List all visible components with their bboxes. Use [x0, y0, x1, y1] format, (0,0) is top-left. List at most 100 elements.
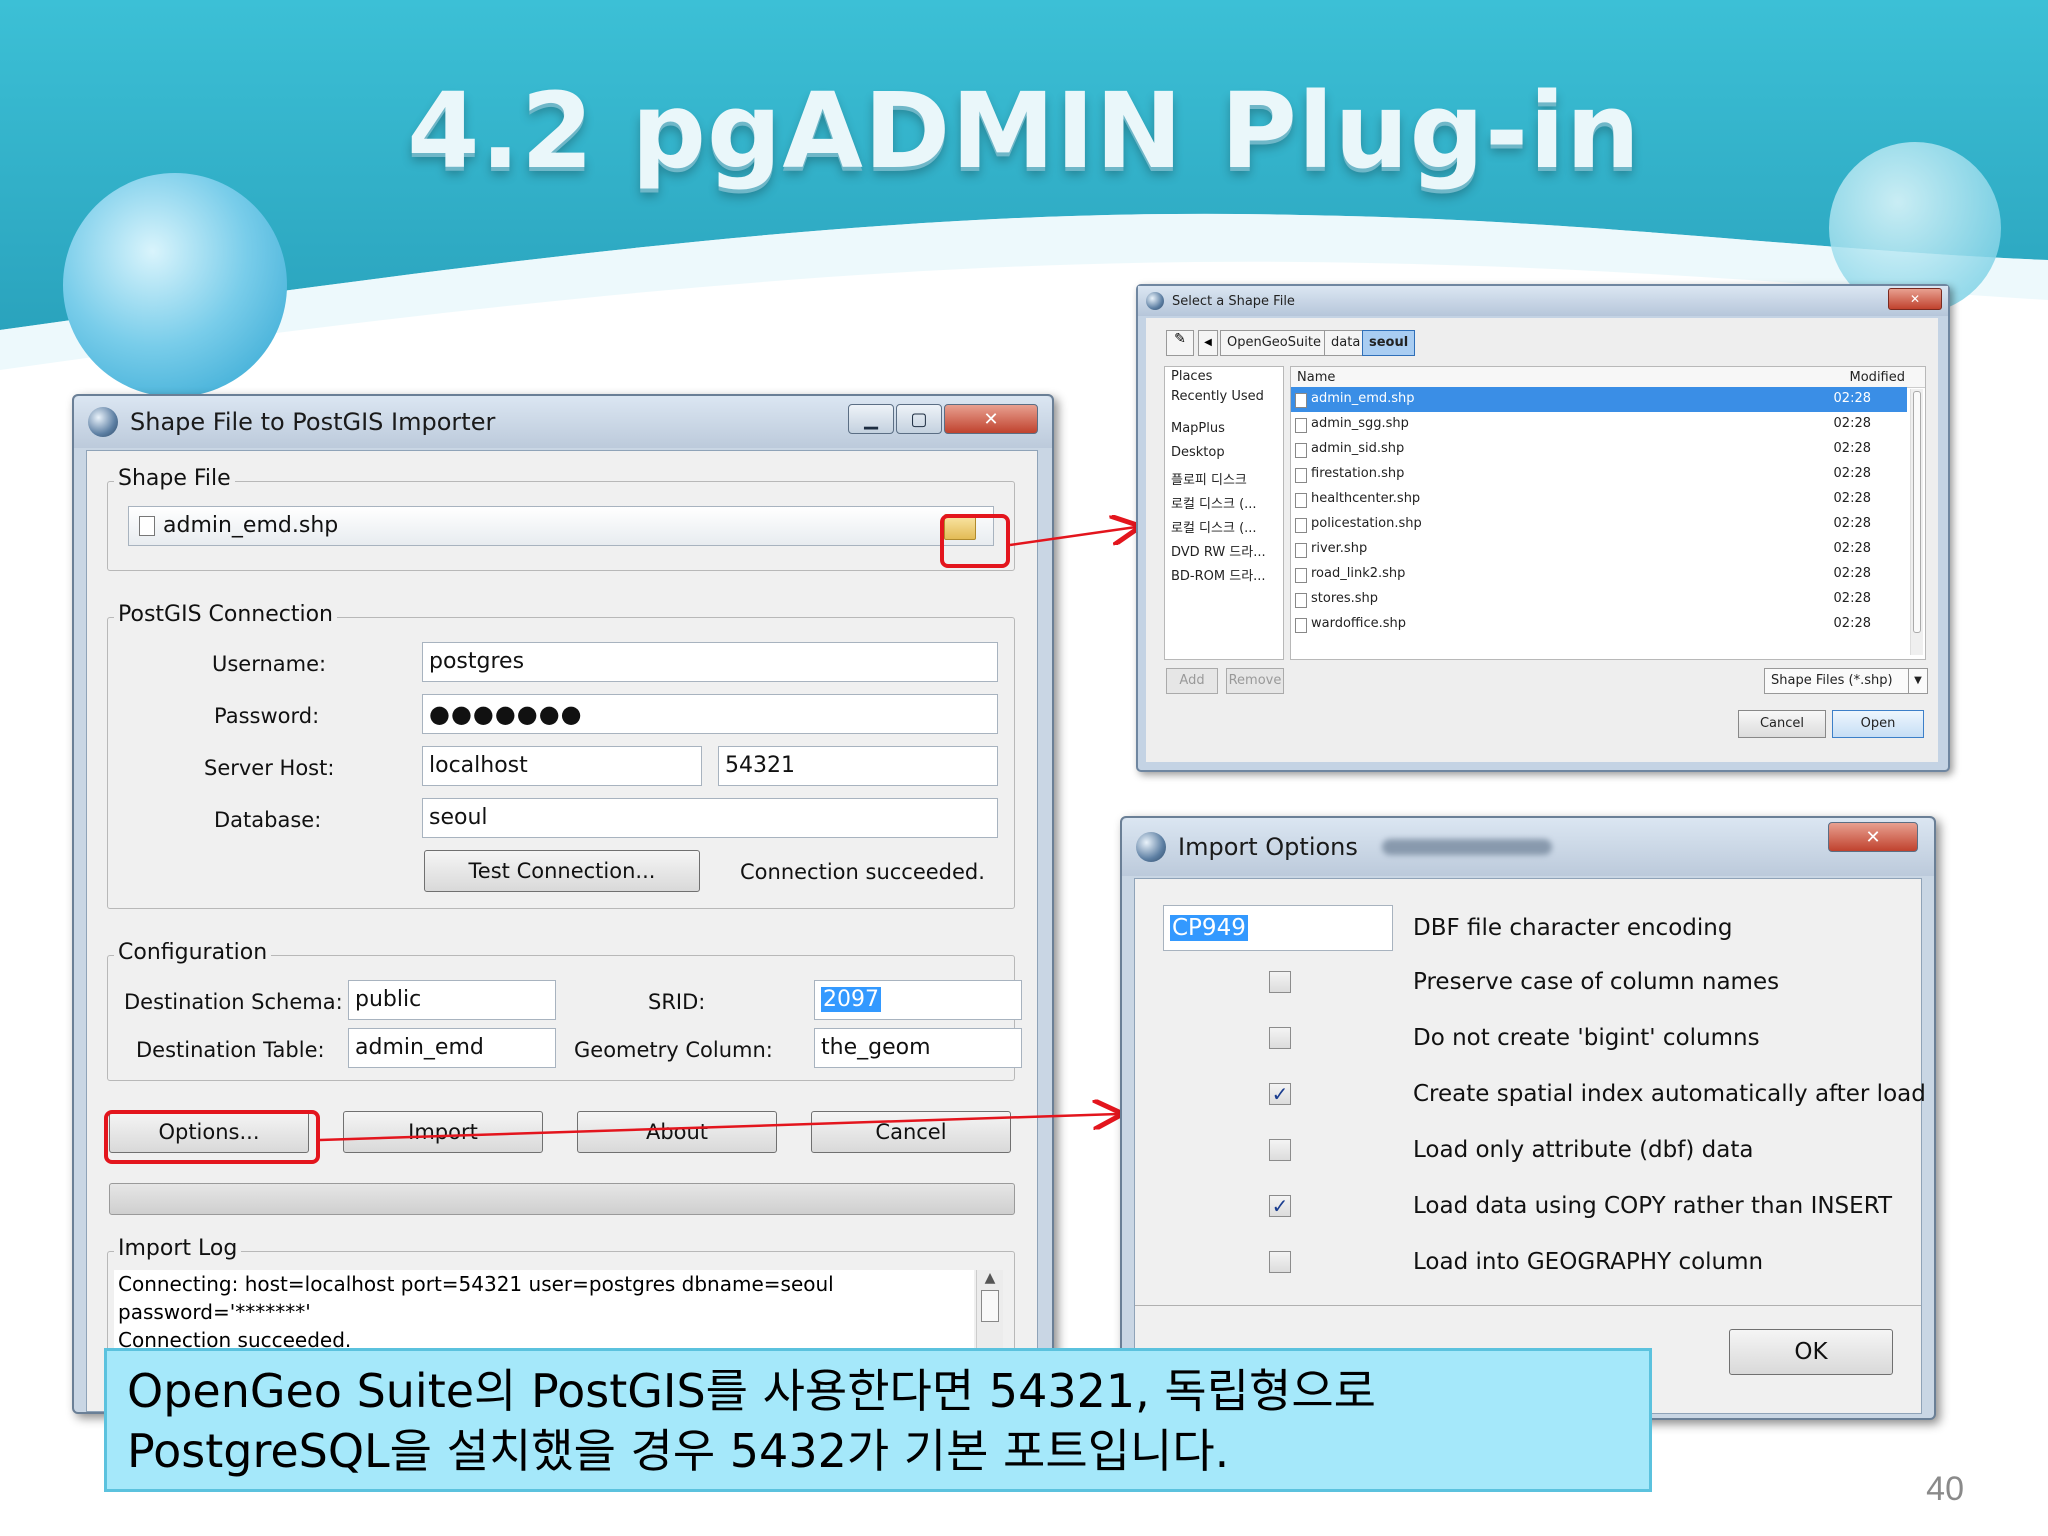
file-modified: 02:28 — [1833, 391, 1871, 406]
ok-button[interactable]: OK — [1729, 1329, 1893, 1375]
option-label: Preserve case of column names — [1413, 969, 1780, 995]
file-name: road_link2.shp — [1311, 566, 1406, 581]
option-checkbox-checked[interactable]: ✓ — [1269, 1195, 1291, 1217]
place-item[interactable]: Recently Used — [1171, 389, 1264, 404]
file-icon — [1295, 443, 1307, 458]
file-icon — [1295, 393, 1307, 408]
encoding-label: DBF file character encoding — [1413, 915, 1733, 941]
chevron-down-icon: ▼ — [1908, 669, 1927, 693]
file-dialog-close-button[interactable]: ✕ — [1888, 288, 1942, 310]
breadcrumb-item-current[interactable]: seoul — [1362, 330, 1416, 356]
file-modified: 02:28 — [1833, 566, 1871, 581]
file-row[interactable]: policestation.shp 02:28 — [1291, 512, 1907, 537]
file-row[interactable]: admin_sid.shp 02:28 — [1291, 437, 1907, 462]
file-icon — [1295, 518, 1307, 533]
file-type-filter-value: Shape Files (*.shp) — [1771, 673, 1893, 688]
file-row[interactable]: road_link2.shp 02:28 — [1291, 562, 1907, 587]
arrow-to-file-dialog — [1009, 527, 1136, 547]
place-item[interactable]: DVD RW 드라... — [1171, 541, 1266, 560]
import-options-window: Import Options ✕ CP949 DBF file characte… — [1120, 816, 1936, 1420]
file-row[interactable]: wardoffice.shp 02:28 — [1291, 612, 1907, 637]
file-row-selected[interactable]: admin_emd.shp 02:28 — [1291, 387, 1907, 412]
option-checkbox[interactable] — [1269, 1251, 1291, 1273]
file-row[interactable]: healthcenter.shp 02:28 — [1291, 487, 1907, 512]
callout-line: OpenGeo Suite의 PostGIS를 사용한다면 54321, 독립형… — [127, 1364, 1376, 1418]
file-modified: 02:28 — [1833, 441, 1871, 456]
file-dialog-titlebar: Select a Shape File — [1138, 286, 1948, 316]
place-item[interactable]: 로컬 디스크 (... — [1171, 517, 1257, 536]
file-modified: 02:28 — [1833, 616, 1871, 631]
option-checkbox-checked[interactable]: ✓ — [1269, 1083, 1291, 1105]
file-name: admin_sgg.shp — [1311, 416, 1409, 431]
remove-button[interactable]: Remove — [1226, 668, 1284, 694]
breadcrumb-back-button[interactable]: ◀ — [1198, 330, 1218, 356]
file-dialog-open-button[interactable]: Open — [1832, 710, 1924, 738]
place-item[interactable]: 플로피 디스크 — [1171, 469, 1247, 488]
page-number: 40 — [1926, 1470, 1964, 1508]
import-options-body: CP949 DBF file character encoding Preser… — [1134, 878, 1926, 1414]
postgis-globe-icon — [1146, 292, 1164, 310]
import-options-title: Import Options — [1178, 833, 1358, 861]
option-label: Load into GEOGRAPHY column — [1413, 1249, 1764, 1275]
file-modified: 02:28 — [1833, 591, 1871, 606]
file-name: wardoffice.shp — [1311, 616, 1407, 631]
option-checkbox[interactable] — [1269, 1139, 1291, 1161]
file-modified: 02:28 — [1833, 416, 1871, 431]
place-item[interactable]: MapPlus — [1171, 421, 1225, 436]
places-pane: Places Recently Used MapPlus Desktop 플로피… — [1164, 366, 1284, 660]
files-list: admin_emd.shp 02:28 admin_sgg.shp 02:28 ad… — [1291, 387, 1907, 655]
file-row[interactable]: firestation.shp 02:28 — [1291, 462, 1907, 487]
option-label: Do not create 'bigint' columns — [1413, 1025, 1760, 1051]
file-dialog-body: ✎ ◀ OpenGeoSuite data seoul Places Recen… — [1146, 318, 1938, 762]
file-name: healthcenter.shp — [1311, 491, 1421, 506]
file-name: stores.shp — [1311, 591, 1379, 606]
file-modified: 02:28 — [1833, 491, 1871, 506]
place-item[interactable]: BD-ROM 드라... — [1171, 565, 1266, 584]
encoding-field[interactable]: CP949 — [1163, 905, 1393, 951]
options-separator — [1135, 1305, 1921, 1306]
files-scrollbar[interactable] — [1910, 389, 1923, 655]
file-name: river.shp — [1311, 541, 1368, 556]
import-options-close-button[interactable]: ✕ — [1828, 822, 1918, 852]
file-name: firestation.shp — [1311, 466, 1405, 481]
option-checkbox[interactable] — [1269, 1027, 1291, 1049]
name-column-header[interactable]: Name — [1297, 370, 1335, 385]
import-options-titlebar: Import Options — [1122, 818, 1934, 876]
place-item[interactable]: Desktop — [1171, 445, 1225, 460]
option-label: Load data using COPY rather than INSERT — [1413, 1193, 1893, 1219]
arrow-to-import-options — [319, 1114, 1118, 1142]
file-icon — [1295, 618, 1307, 633]
file-icon — [1295, 493, 1307, 508]
file-modified: 02:28 — [1833, 541, 1871, 556]
file-icon — [1295, 543, 1307, 558]
files-header: Name Modified — [1291, 367, 1925, 388]
option-checkbox[interactable] — [1269, 971, 1291, 993]
file-modified: 02:28 — [1833, 466, 1871, 481]
file-icon — [1295, 593, 1307, 608]
edit-path-icon[interactable]: ✎ — [1166, 330, 1194, 356]
file-icon — [1295, 568, 1307, 583]
file-icon — [1295, 418, 1307, 433]
add-button[interactable]: Add — [1166, 668, 1218, 694]
place-item[interactable]: 로컬 디스크 (... — [1171, 493, 1257, 512]
file-dialog-cancel-button[interactable]: Cancel — [1738, 710, 1826, 738]
file-name: admin_emd.shp — [1311, 391, 1415, 406]
breadcrumb-item[interactable]: data — [1324, 330, 1368, 356]
file-row[interactable]: river.shp 02:28 — [1291, 537, 1907, 562]
modified-column-header[interactable]: Modified — [1850, 370, 1905, 385]
option-label: Load only attribute (dbf) data — [1413, 1137, 1754, 1163]
file-dialog-window: Select a Shape File ✕ ✎ ◀ OpenGeoSuite d… — [1136, 284, 1950, 772]
port-info-callout: OpenGeo Suite의 PostGIS를 사용한다면 54321, 독립형… — [104, 1348, 1652, 1492]
file-name: policestation.shp — [1311, 516, 1422, 531]
postgis-globe-icon — [1136, 832, 1166, 862]
file-row[interactable]: stores.shp 02:28 — [1291, 587, 1907, 612]
file-icon — [1295, 468, 1307, 483]
file-row[interactable]: admin_sgg.shp 02:28 — [1291, 412, 1907, 437]
files-pane: Name Modified admin_emd.shp 02:28 admin_s… — [1290, 366, 1926, 660]
scroll-thumb[interactable] — [1913, 391, 1921, 633]
callout-line: PostgreSQL을 설치했을 경우 5432가 기본 포트입니다. — [127, 1424, 1230, 1478]
places-header: Places — [1171, 369, 1213, 384]
breadcrumb-item[interactable]: OpenGeoSuite — [1220, 330, 1328, 356]
option-label: Create spatial index automatically after… — [1413, 1081, 1926, 1107]
file-type-filter[interactable]: Shape Files (*.shp) ▼ — [1764, 668, 1928, 694]
